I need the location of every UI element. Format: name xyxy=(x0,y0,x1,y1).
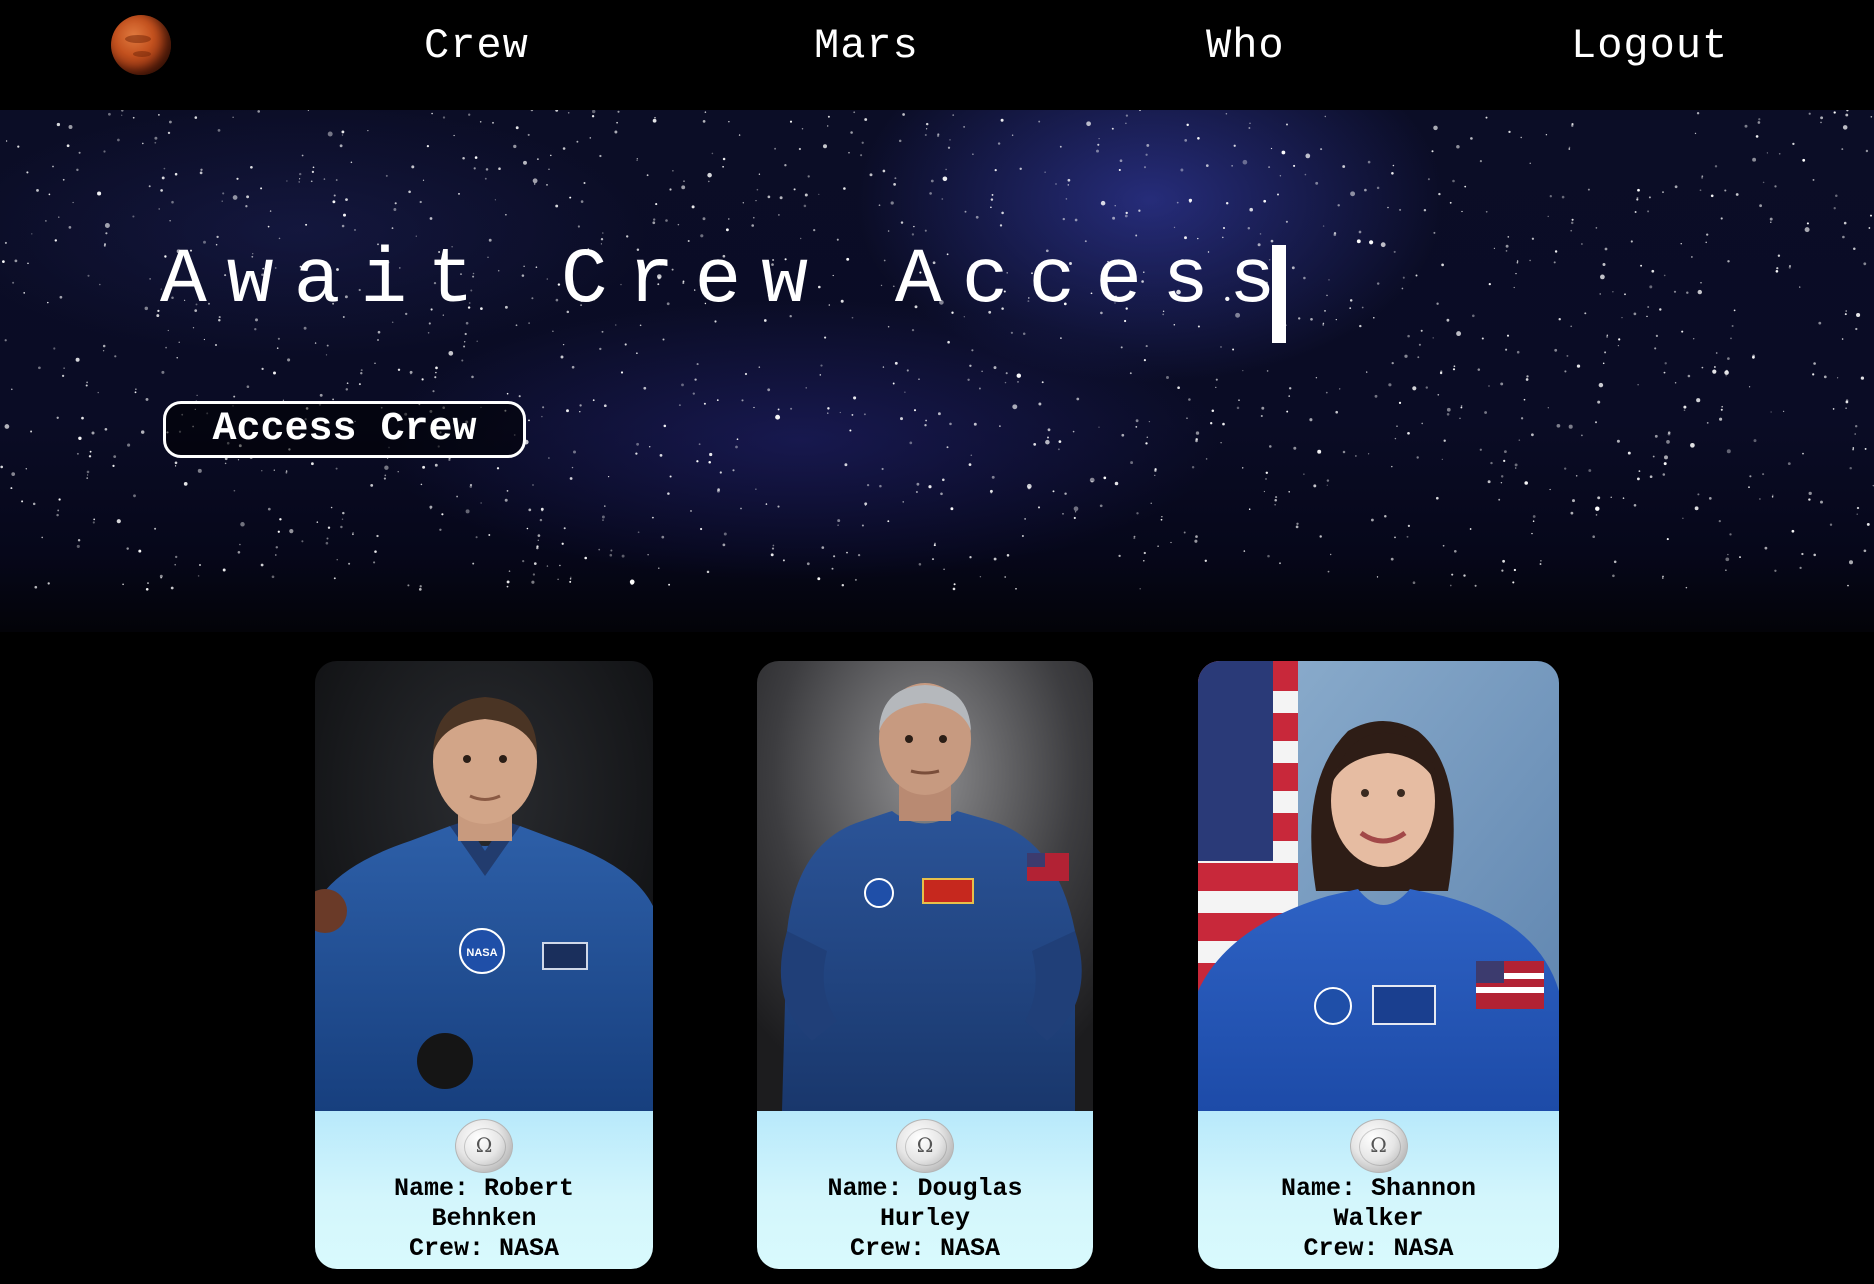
crew-card[interactable]: Ω Name: Shannon Walker Crew: NASA xyxy=(1198,661,1559,1269)
crew-card[interactable]: NASA Ω Name: Robert Behnken Crew: NASA xyxy=(315,661,653,1269)
crew-photo xyxy=(757,661,1093,1111)
nav-link-mars[interactable]: Mars xyxy=(814,22,919,70)
starfield-background xyxy=(0,110,1874,591)
access-crew-button[interactable]: Access Crew xyxy=(163,401,526,458)
top-nav: Crew Mars Who Logout xyxy=(0,0,1874,110)
crew-name: Name: Douglas xyxy=(827,1174,1023,1203)
wikipedia-globe-icon[interactable]: Ω xyxy=(1349,1119,1408,1173)
crew-info: Ω Name: Douglas Hurley Crew: NASA xyxy=(757,1111,1093,1269)
crew-card[interactable]: Ω Name: Douglas Hurley Crew: NASA xyxy=(757,661,1093,1269)
crew-surname: Hurley xyxy=(879,1204,970,1233)
crew-surname: Walker xyxy=(1333,1204,1424,1233)
crew-name: Name: Robert xyxy=(393,1174,575,1203)
wikipedia-globe-icon[interactable]: Ω xyxy=(455,1119,513,1173)
crew-photo: NASA xyxy=(315,661,653,1111)
crew-info: Ω Name: Robert Behnken Crew: NASA xyxy=(315,1111,653,1269)
crew-agency: Crew: NASA xyxy=(849,1234,1001,1263)
crew-info: Ω Name: Shannon Walker Crew: NASA xyxy=(1198,1111,1559,1269)
mars-planet-icon[interactable] xyxy=(111,15,171,75)
wikipedia-globe-icon[interactable]: Ω xyxy=(896,1119,954,1173)
crew-agency: Crew: NASA xyxy=(1303,1234,1454,1263)
crew-surname: Behnken xyxy=(431,1204,537,1233)
nav-link-logout[interactable]: Logout xyxy=(1571,22,1728,70)
crew-name: Name: Shannon xyxy=(1280,1174,1477,1203)
svg-text:NASA: NASA xyxy=(466,947,497,959)
crew-agency: Crew: NASA xyxy=(408,1234,560,1263)
crew-photo xyxy=(1198,661,1559,1111)
nav-link-who[interactable]: Who xyxy=(1206,22,1285,70)
hero-title: Await Crew Access xyxy=(160,237,1296,325)
typing-cursor xyxy=(1272,245,1286,343)
nav-link-crew[interactable]: Crew xyxy=(424,22,529,70)
hero-banner: Await Crew Access Access Crew xyxy=(0,110,1874,632)
